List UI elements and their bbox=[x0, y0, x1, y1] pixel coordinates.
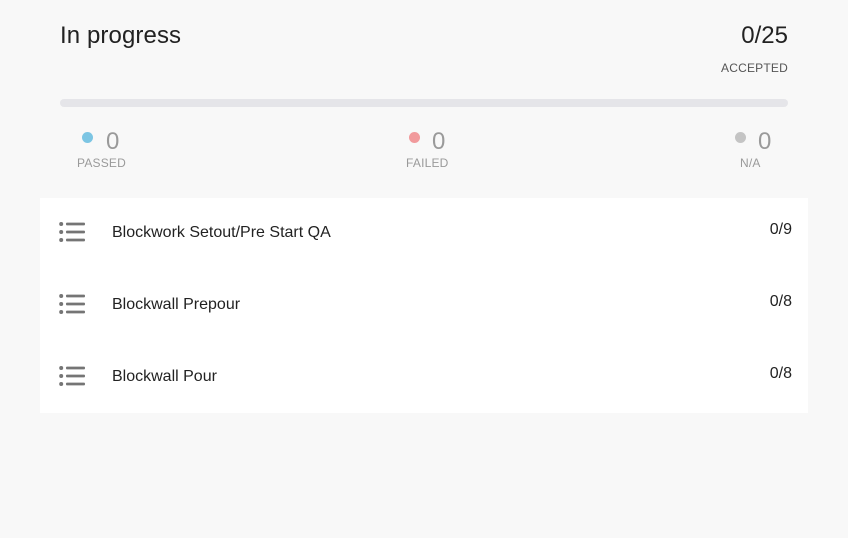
passed-stat: 0 PASSED bbox=[76, 127, 156, 173]
progress-bar bbox=[60, 99, 788, 107]
checklist-count: 0/9 bbox=[769, 221, 792, 238]
na-count: 0 bbox=[758, 128, 772, 155]
checklist-title: Blockwork Setout/Pre Start QA bbox=[112, 224, 331, 241]
checklist-count: 0/8 bbox=[769, 293, 792, 310]
list-icon bbox=[59, 222, 85, 242]
na-label: N/A bbox=[740, 156, 761, 170]
failed-stat: 0 FAILED bbox=[405, 127, 485, 173]
list-icon bbox=[59, 294, 85, 314]
accepted-count: 0/25 bbox=[741, 22, 788, 49]
checklist-title: Blockwall Prepour bbox=[112, 296, 241, 313]
checklist-row-blockwall-prepour[interactable]: Blockwall Prepour 0/8 bbox=[40, 270, 808, 342]
checklist-row-blockwork-setout[interactable]: Blockwork Setout/Pre Start QA 0/9 bbox=[40, 198, 808, 270]
page-title: In progress bbox=[60, 22, 182, 49]
checklist-row-blockwall-pour[interactable]: Blockwall Pour 0/8 bbox=[40, 342, 808, 414]
checklist-count: 0/8 bbox=[769, 365, 792, 382]
passed-dot-icon bbox=[82, 132, 93, 143]
list-icon bbox=[59, 366, 85, 386]
na-stat: 0 N/A bbox=[735, 127, 819, 173]
failed-dot-icon bbox=[409, 132, 420, 143]
passed-count: 0 bbox=[106, 128, 120, 155]
checklist-list: Blockwork Setout/Pre Start QA 0/9 Blockw… bbox=[40, 198, 808, 413]
failed-count: 0 bbox=[432, 128, 446, 155]
accepted-label: ACCEPTED bbox=[721, 61, 788, 75]
progress-header: In progress 0/25 ACCEPTED bbox=[60, 0, 788, 90]
checklist-title: Blockwall Pour bbox=[112, 368, 217, 385]
na-dot-icon bbox=[735, 132, 746, 143]
failed-label: FAILED bbox=[406, 156, 449, 170]
passed-label: PASSED bbox=[77, 156, 126, 170]
